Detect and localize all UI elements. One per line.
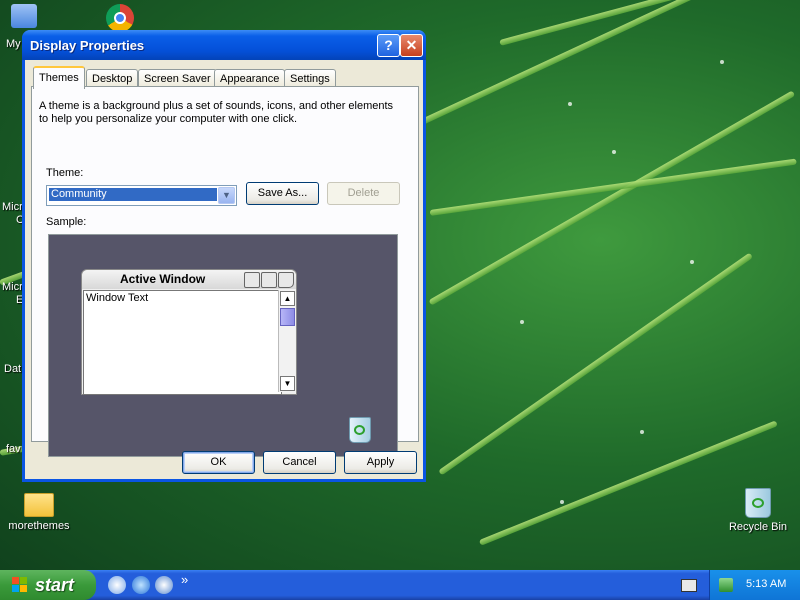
grass-blade	[499, 0, 791, 46]
ok-button[interactable]: OK	[182, 451, 255, 474]
my-computer-icon[interactable]	[6, 4, 42, 31]
water-drop	[640, 430, 644, 434]
clock[interactable]: 5:13 AM	[746, 578, 786, 590]
sample-window-text: Window Text	[83, 290, 282, 395]
windows-logo-icon	[12, 577, 28, 593]
grass-blade	[438, 252, 753, 476]
sample-active-window: Active Window Window Text ▲ ▼	[81, 269, 297, 395]
display-properties-window: Display Properties ? ✕ Themes Desktop Sc…	[22, 30, 426, 482]
system-tray: 5:13 AM	[709, 570, 800, 600]
theme-dropdown[interactable]: Community ▼	[46, 185, 237, 206]
grass-blade	[429, 158, 797, 216]
folder-icon	[24, 493, 54, 517]
grass-blade	[418, 0, 800, 126]
apply-button[interactable]: Apply	[344, 451, 417, 474]
recycle-bin-icon	[745, 488, 771, 518]
water-drop	[690, 260, 694, 264]
quicklaunch-media-player-icon[interactable]	[155, 576, 173, 594]
keyboard-icon[interactable]	[681, 579, 697, 592]
desktop-icon-label: Recycle Bin	[728, 521, 788, 533]
scroll-thumb	[280, 308, 295, 326]
sample-scrollbar: ▲ ▼	[278, 290, 295, 392]
start-label: start	[35, 575, 75, 595]
water-drop	[720, 60, 724, 64]
sample-label: Sample:	[46, 216, 87, 228]
clipped-desktop-label: My	[6, 38, 21, 50]
theme-sample-preview: Active Window Window Text ▲ ▼	[48, 234, 398, 457]
tray-app-icon[interactable]	[719, 578, 733, 592]
delete-button[interactable]: Delete	[327, 182, 400, 205]
title-bar[interactable]: Display Properties ? ✕	[22, 30, 426, 60]
water-drop	[568, 102, 572, 106]
water-drop	[612, 150, 616, 154]
desktop-icon-label: morethemes	[8, 520, 70, 532]
scroll-down-icon: ▼	[280, 376, 295, 391]
water-drop	[520, 320, 524, 324]
sample-minimize-icon	[244, 272, 260, 288]
theme-selected-value: Community	[48, 187, 218, 202]
start-button[interactable]: start	[0, 570, 96, 600]
sample-close-icon	[278, 272, 294, 288]
quicklaunch-show-desktop-icon[interactable]	[108, 576, 126, 594]
close-icon: ✕	[405, 37, 418, 53]
scroll-up-icon: ▲	[280, 291, 295, 306]
help-icon: ?	[384, 37, 393, 53]
recycle-bin[interactable]: Recycle Bin	[723, 488, 793, 533]
morethemes-folder[interactable]: morethemes	[4, 490, 74, 532]
clipped-desktop-label: Micr	[2, 201, 23, 213]
clipped-desktop-label: Dat	[4, 363, 22, 375]
close-button[interactable]: ✕	[400, 34, 423, 57]
cancel-button[interactable]: Cancel	[263, 451, 336, 474]
save-as-button[interactable]: Save As...	[246, 182, 319, 205]
taskbar: start » 5:13 AM	[0, 570, 800, 600]
themes-description: A theme is a background plus a set of so…	[39, 100, 394, 125]
quicklaunch-overflow-icon[interactable]: »	[181, 572, 188, 587]
help-button[interactable]: ?	[377, 34, 400, 57]
window-title: Display Properties	[30, 38, 145, 53]
theme-label: Theme:	[46, 167, 84, 179]
tab-themes[interactable]: Themes	[33, 66, 85, 89]
sample-maximize-icon	[261, 272, 277, 288]
clipped-desktop-label: fav	[6, 443, 21, 455]
recycle-bin-icon	[349, 417, 371, 443]
window-client: Themes Desktop Screen Saver Appearance S…	[25, 60, 423, 479]
water-drop	[560, 500, 564, 504]
grass-blade	[428, 90, 796, 306]
clipped-desktop-label: Micr	[2, 281, 23, 293]
chevron-down-icon[interactable]: ▼	[218, 187, 235, 204]
quicklaunch-ie-icon[interactable]	[132, 576, 150, 594]
